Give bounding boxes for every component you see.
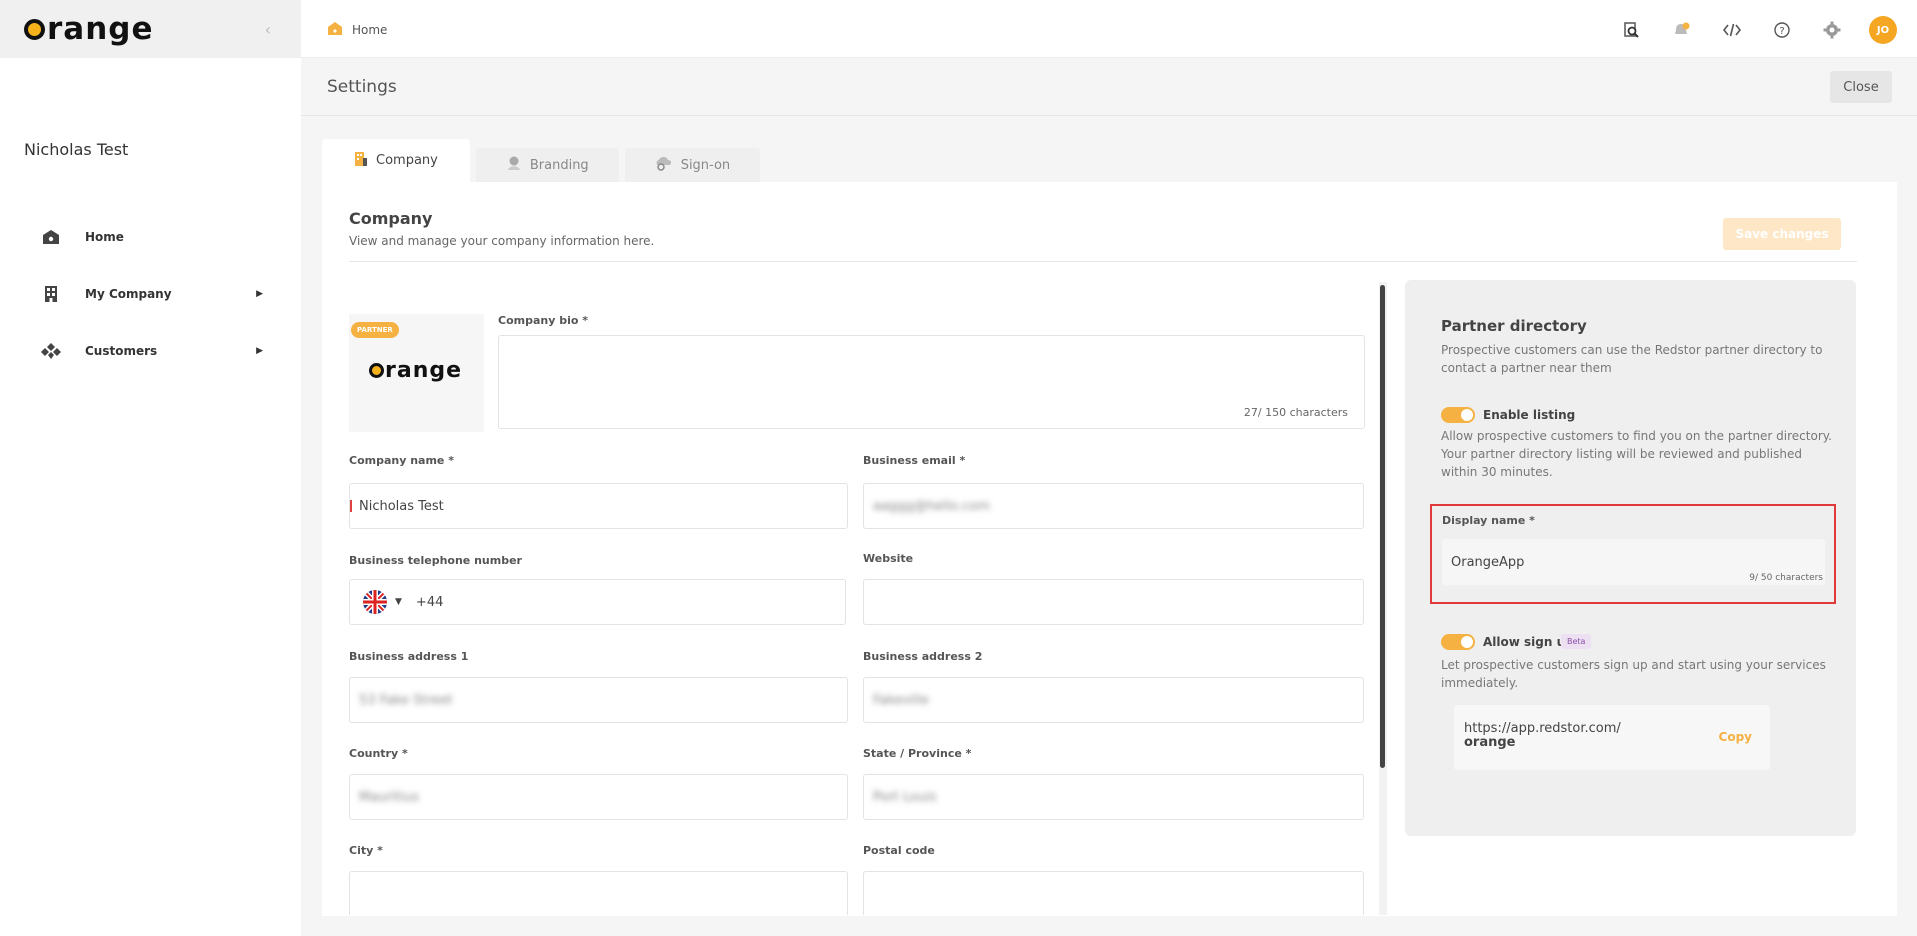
beta-badge: Beta — [1561, 634, 1592, 649]
partner-directory-panel: Partner directory Prospective customers … — [1405, 280, 1856, 836]
city-input[interactable] — [349, 871, 848, 915]
display-name-char-count: 9/ 50 characters — [1749, 573, 1823, 583]
svg-text:?: ? — [1779, 26, 1784, 37]
settings-header: Settings Close — [301, 58, 1917, 116]
address2-label: Business address 2 — [863, 650, 983, 663]
display-name-label: Display name * — [1442, 514, 1535, 527]
gear-icon[interactable] — [1819, 17, 1845, 43]
address1-input[interactable]: 53 Fake Street — [349, 677, 848, 723]
company-name-input[interactable]: Nicholas Test — [349, 483, 848, 529]
collapse-sidebar-icon[interactable]: ‹ — [265, 20, 271, 39]
avatar[interactable]: JO — [1869, 16, 1897, 44]
uk-flag-icon[interactable] — [363, 590, 387, 614]
chevron-down-icon[interactable]: ▼ — [395, 597, 402, 607]
divider — [349, 261, 1857, 262]
company-bio-label: Company bio * — [498, 314, 589, 327]
sidebar-item-home[interactable]: Home — [0, 208, 301, 265]
save-changes-button[interactable]: Save changes — [1723, 218, 1841, 250]
tab-branding[interactable]: Branding — [475, 148, 619, 182]
notifications-icon[interactable] — [1669, 17, 1695, 43]
telephone-input[interactable]: ▼ +44 — [349, 579, 846, 625]
logo-dot — [24, 18, 45, 40]
section-title: Company — [349, 209, 433, 228]
display-name-highlight: Display name * OrangeApp 9/ 50 character… — [1430, 504, 1836, 604]
business-email-label: Business email * — [863, 454, 966, 467]
section-description: View and manage your company information… — [349, 234, 655, 248]
chevron-right-icon: ▶ — [256, 345, 263, 356]
error-marker — [350, 500, 352, 512]
home-icon — [40, 226, 62, 248]
chevron-right-icon: ▶ — [256, 288, 263, 299]
address2-input[interactable]: Fakeville — [863, 677, 1364, 723]
partner-badge: PARTNER — [351, 322, 399, 338]
address1-label: Business address 1 — [349, 650, 469, 663]
building-icon — [40, 283, 62, 305]
signon-icon — [655, 155, 673, 175]
allow-signup-toggle[interactable] — [1441, 634, 1475, 650]
breadcrumb-home[interactable]: Home — [352, 23, 387, 37]
company-logo-upload[interactable]: PARTNER range — [349, 314, 484, 432]
sidebar-item-label: Customers — [85, 343, 158, 358]
city-label: City * — [349, 844, 383, 857]
top-bar: Home ? JO — [301, 0, 1917, 58]
company-icon — [354, 150, 368, 172]
help-icon[interactable]: ? — [1769, 17, 1795, 43]
website-label: Website — [863, 552, 914, 565]
telephone-label: Business telephone number — [349, 554, 522, 567]
partner-directory-description: Prospective customers can use the Redsto… — [1441, 343, 1823, 375]
enable-listing-description: Allow prospective customers to find you … — [1441, 429, 1832, 479]
close-button[interactable]: Close — [1830, 71, 1892, 103]
postal-code-input[interactable] — [863, 871, 1364, 915]
country-select[interactable]: Mauritius — [349, 774, 848, 820]
code-icon[interactable] — [1719, 17, 1745, 43]
state-label: State / Province * — [863, 747, 972, 760]
country-label: Country * — [349, 747, 408, 760]
sidebar: range ‹ Nicholas Test Home My Company ▶ … — [0, 0, 301, 936]
logo-dot — [369, 363, 384, 378]
website-input[interactable] — [863, 579, 1364, 625]
sidebar-item-label: My Company — [85, 286, 172, 301]
enable-listing-label: Enable listing — [1483, 408, 1576, 422]
logo-bar: range ‹ — [0, 0, 301, 58]
search-icon[interactable] — [1619, 17, 1645, 43]
copy-button[interactable]: Copy — [1719, 730, 1752, 744]
state-select[interactable]: Port Louis — [863, 774, 1364, 820]
partner-directory-title: Partner directory — [1441, 317, 1587, 335]
business-email-input[interactable]: aaggg@hello.com — [863, 483, 1364, 529]
home-icon — [327, 21, 343, 39]
enable-listing-toggle[interactable] — [1441, 407, 1475, 423]
tab-company[interactable]: Company — [322, 139, 470, 182]
tab-label: Sign-on — [680, 157, 731, 173]
company-logo: range — [369, 358, 462, 383]
user-name: Nicholas Test — [24, 140, 129, 159]
signup-url: https://app.redstor.com/ orange — [1464, 721, 1621, 750]
company-settings-card: Company View and manage your company inf… — [322, 182, 1897, 916]
page-title: Settings — [327, 77, 397, 97]
branding-icon — [506, 155, 522, 175]
postal-code-label: Postal code — [863, 844, 935, 857]
settings-tabs: Company Branding Sign-on — [322, 139, 761, 182]
signup-url-slug: orange — [1464, 735, 1516, 750]
orange-logo[interactable]: range — [24, 11, 154, 47]
customers-icon — [40, 340, 62, 362]
signup-url-box: https://app.redstor.com/ orange Copy — [1454, 705, 1770, 770]
company-form: PARTNER range Company bio * 27/ 150 char… — [349, 282, 1394, 915]
sidebar-item-label: Home — [85, 229, 124, 244]
company-bio-input[interactable]: 27/ 150 characters — [498, 335, 1365, 429]
tab-sign-on[interactable]: Sign-on — [624, 148, 761, 182]
tab-label: Branding — [529, 157, 589, 173]
top-icons: ? JO — [1619, 16, 1897, 44]
bio-char-count: 27/ 150 characters — [1243, 406, 1348, 419]
allow-signup-description: Let prospective customers sign up and st… — [1441, 658, 1826, 690]
scrollbar-thumb[interactable] — [1380, 285, 1385, 768]
sidebar-item-my-company[interactable]: My Company ▶ — [0, 265, 301, 322]
sidebar-nav: Home My Company ▶ Customers ▶ — [0, 208, 301, 379]
sidebar-item-customers[interactable]: Customers ▶ — [0, 322, 301, 379]
company-name-label: Company name * — [349, 454, 454, 467]
breadcrumb[interactable]: Home — [327, 21, 387, 39]
tab-label: Company — [376, 153, 438, 168]
